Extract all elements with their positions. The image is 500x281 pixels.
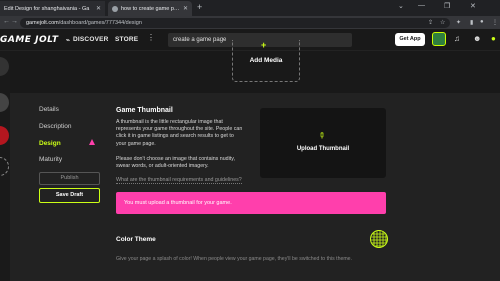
get-app-button[interactable]: Get App [395,33,425,46]
back-icon[interactable]: ← [3,18,10,25]
url-path: /dashboard/games/777344/design [58,20,142,26]
tab-favicon-icon [112,5,118,12]
color-picker-swatch[interactable] [370,230,388,248]
browser-tab-active[interactable]: how to create game page on game ✕ [108,1,192,16]
url-host: gamejolt.com [26,20,59,26]
section-title-thumbnail: Game Thumbnail [116,107,173,114]
design-panel [10,93,500,281]
sidebar-item-design[interactable]: Design [39,140,61,147]
upload-thumbnail-label[interactable]: Upload Thumbnail [260,146,386,152]
close-window-icon[interactable]: ✕ [470,2,476,10]
section-title-color-theme: Color Theme [116,236,156,243]
sidebar-item-maturity[interactable]: Maturity [39,156,62,163]
close-tab-icon[interactable]: ✕ [96,5,101,12]
url-field[interactable]: gamejolt.com/dashboard/games/777344/desi… [20,18,450,28]
maximize-icon[interactable]: ❐ [444,2,450,10]
browser-tab-label: how to create game page on game [121,5,180,12]
gamejolt-logo[interactable]: GAME JOLT [0,35,58,45]
sidebar-item-details[interactable]: Details [39,106,59,113]
thumbnail-description: A thumbnail is the little rectangular im… [116,119,243,147]
left-rail [0,51,10,281]
close-tab-icon[interactable]: ✕ [183,5,188,12]
extensions-icon[interactable]: ✦ [456,19,461,26]
new-tab-button[interactable]: + [197,2,202,12]
rail-item[interactable] [0,93,9,112]
rail-item[interactable] [0,126,9,145]
profile-icon[interactable]: ● [480,19,484,25]
friends-icon[interactable]: ☻ [473,34,481,43]
user-avatar[interactable]: ● [491,34,496,43]
publish-button[interactable]: Publish [39,172,100,185]
more-menu-icon[interactable]: ⋮ [147,33,155,42]
screen: Edit Design for shanghaivania - Ga ✕ how… [0,0,500,281]
add-icon: + [261,40,267,50]
browser-tab-label: Edit Design for shanghaivania - Ga [4,5,90,12]
nav-store[interactable]: STORE [115,36,138,43]
sidebar-item-description[interactable]: Description [39,123,72,130]
upload-thumbnail-dropzone[interactable] [260,108,386,178]
browser-tab[interactable]: Edit Design for shanghaivania - Ga ✕ [0,1,105,16]
thumbnail-required-alert: You must upload a thumbnail for your gam… [116,192,386,214]
rail-item[interactable] [0,57,9,76]
discover-icon: ⌁ [66,37,71,44]
browser-tab-strip: Edit Design for shanghaivania - Ga ✕ how… [0,0,500,16]
thumbnail-guidelines-link[interactable]: What are the thumbnail requirements and … [116,177,242,184]
bookmark-star-icon[interactable]: ☆ [440,19,445,26]
address-bar: ← → gamejolt.com/dashboard/games/777344/… [0,16,500,29]
warning-icon [89,139,95,145]
thumbnail-content-warning: Please don't choose an image that contai… [116,156,235,170]
save-draft-button[interactable]: Save Draft [39,188,100,203]
add-media-label[interactable]: Add Media [233,57,299,64]
nav-discover[interactable]: DISCOVER [73,36,109,43]
quest-icon[interactable] [432,32,446,46]
sidebar-icon[interactable]: ▮ [470,19,473,26]
share-icon[interactable]: ⇪ [428,19,433,26]
color-theme-hint: Give your page a splash of color! When p… [116,256,352,262]
minimize-icon[interactable]: — [418,2,425,9]
menu-icon[interactable]: ⋮ [492,19,498,26]
notifications-bell-icon[interactable]: ♫ [454,34,460,43]
rail-add-item[interactable] [0,157,9,176]
tab-search-icon[interactable]: ⌄ [398,2,404,10]
forward-icon[interactable]: → [11,18,18,25]
